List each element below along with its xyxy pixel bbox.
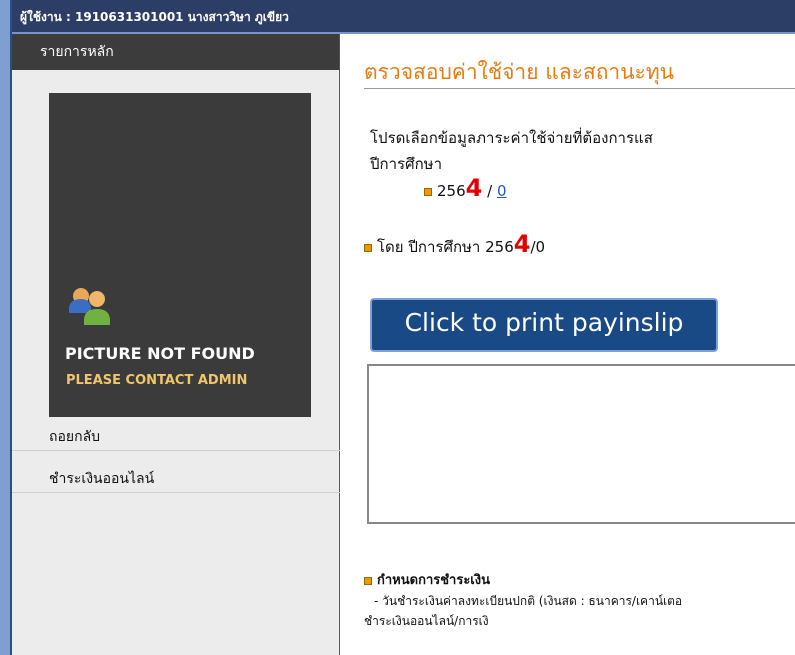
sidebar-title: รายการหลัก: [12, 34, 339, 70]
year-digit-annotation: 4: [465, 174, 483, 202]
by-year-suffix: /0: [530, 238, 546, 256]
by-year-digit-annotation: 4: [513, 230, 531, 258]
bullet-icon: [424, 187, 432, 196]
contact-admin-text: PLEASE CONTACT ADMIN: [66, 373, 248, 388]
page-title: ตรวจสอบค่าใช้จ่าย และสถานะทุน: [364, 60, 675, 84]
users-icon: [69, 288, 110, 325]
sidebar-item-label: ชำระเงินออนไลน์: [49, 471, 155, 487]
instruction-text: โปรดเลือกข้อมูลภาระค่าใช้จ่ายที่ต้องการแ…: [370, 129, 653, 147]
user-info-text: ผู้ใช้งาน : 1910631301001 นางสาววิษา ภูเ…: [20, 10, 289, 24]
user-info-bar: ผู้ใช้งาน : 1910631301001 นางสาววิษา ภูเ…: [12, 0, 795, 34]
sidebar-item-online-payment[interactable]: ชำระเงินออนไลน์: [12, 465, 340, 493]
bullet-icon: [364, 243, 372, 252]
sidebar: รายการหลัก PICTURE NOT FOUND PLEASE CONT…: [12, 34, 340, 655]
main-content: ตรวจสอบค่าใช้จ่าย และสถานะทุน โปรดเลือกข…: [340, 34, 795, 655]
selected-year-text: โดย ปีการศึกษา 2564/0: [364, 230, 545, 259]
by-year-prefix: โดย ปีการศึกษา 256: [377, 238, 514, 256]
details-box: [367, 364, 795, 524]
payment-line-1: - วันชำระเงินค่าลงทะเบียนปกติ (เงินสด : …: [374, 594, 683, 608]
year-option[interactable]: 2564 / 0: [424, 174, 506, 202]
picture-not-found-text: PICTURE NOT FOUND: [65, 344, 255, 363]
year-prefix: 256: [437, 182, 466, 200]
print-payinslip-button[interactable]: Click to print payinslip: [370, 298, 718, 352]
academic-year-label: ปีการศึกษา: [370, 155, 442, 173]
left-border: [0, 0, 10, 655]
sidebar-item-back[interactable]: ถอยกลับ: [12, 423, 340, 451]
semester-link[interactable]: 0: [497, 182, 507, 200]
avatar: PICTURE NOT FOUND PLEASE CONTACT ADMIN: [49, 93, 311, 417]
divider: [364, 88, 795, 89]
payment-line-2: ชำระเงินออนไลน์/การเงิ: [364, 614, 489, 628]
year-separator: /: [482, 182, 497, 200]
payment-schedule-heading: กำหนดการชำระเงิน: [364, 569, 490, 590]
sidebar-item-label: ถอยกลับ: [49, 429, 101, 445]
payment-schedule-label: กำหนดการชำระเงิน: [377, 573, 490, 588]
bullet-icon: [364, 576, 372, 585]
